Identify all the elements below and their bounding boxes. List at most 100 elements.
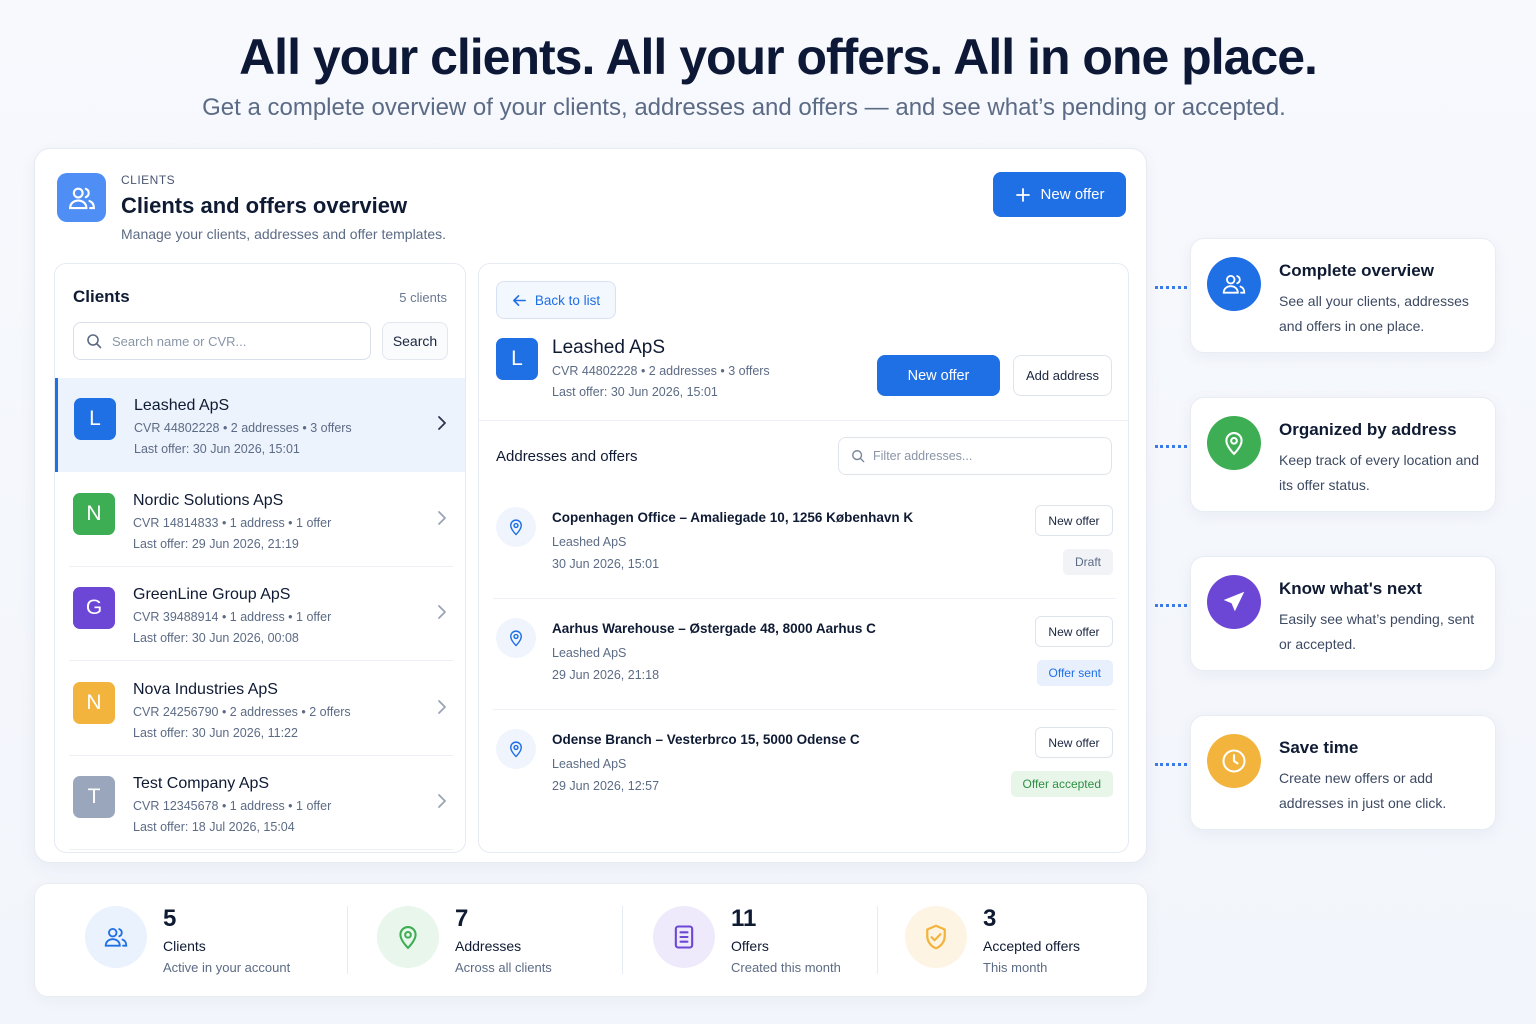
send-icon bbox=[1207, 575, 1261, 629]
feature-description: Create new offers or add addresses in ju… bbox=[1279, 770, 1447, 811]
client-avatar: G bbox=[73, 587, 115, 629]
client-name: Leashed ApS bbox=[552, 337, 666, 358]
feature-title: Organized by address bbox=[1279, 420, 1457, 439]
stat-number: 3 bbox=[983, 905, 997, 932]
users-icon bbox=[85, 906, 147, 968]
map-pin-icon bbox=[496, 729, 536, 769]
client-avatar: N bbox=[73, 681, 115, 724]
address-title: Odense Branch – Vesterbrco 15, 5000 Oden… bbox=[552, 732, 860, 747]
section-eyebrow: CLIENTS bbox=[121, 173, 176, 187]
address-client: Leashed ApS bbox=[552, 757, 627, 771]
add-address-button[interactable]: Add address bbox=[1013, 355, 1112, 396]
client-name: GreenLine Group ApS bbox=[133, 586, 291, 603]
feature-title: Complete overview bbox=[1279, 261, 1434, 280]
feature-card: Save time Create new offers or add addre… bbox=[1190, 715, 1496, 830]
divider bbox=[479, 420, 1128, 421]
search-input[interactable] bbox=[112, 333, 352, 349]
chevron-right-icon bbox=[438, 605, 446, 619]
address-new-offer-button[interactable]: New offer bbox=[1035, 616, 1113, 647]
stat-number: 11 bbox=[731, 905, 757, 932]
divider bbox=[69, 849, 453, 850]
new-offer-label: New offer bbox=[1040, 186, 1105, 203]
search-button[interactable]: Search bbox=[382, 322, 448, 360]
client-avatar: L bbox=[496, 338, 538, 380]
client-list-item[interactable]: G GreenLine Group ApS CVR 39488914 • 1 a… bbox=[55, 567, 465, 661]
client-meta: CVR 14814833 • 1 address • 1 offer bbox=[133, 515, 332, 530]
clients-panel: Clients 5 clients Search L Leashed ApS C… bbox=[54, 263, 466, 853]
client-list-item[interactable]: T Test Company ApS CVR 12345678 • 1 addr… bbox=[55, 756, 465, 850]
client-name: Leashed ApS bbox=[134, 397, 230, 414]
feature-title: Know what's next bbox=[1279, 579, 1422, 598]
users-icon bbox=[57, 173, 106, 222]
stat-label: Offers bbox=[731, 938, 769, 954]
stat-label: Addresses bbox=[455, 938, 522, 954]
filter-box bbox=[838, 437, 1112, 475]
map-pin-icon bbox=[377, 906, 439, 968]
map-pin-icon bbox=[496, 618, 536, 658]
users-icon bbox=[1207, 257, 1261, 311]
map-pin-icon bbox=[496, 507, 536, 547]
client-list-item[interactable]: N Nordic Solutions ApS CVR 14814833 • 1 … bbox=[55, 473, 465, 567]
clients-count: 5 clients bbox=[399, 290, 447, 305]
badge-check-icon bbox=[905, 906, 967, 968]
page-description: Manage your clients, addresses and offer… bbox=[121, 226, 447, 242]
chevron-right-icon bbox=[438, 699, 446, 714]
address-list-item: Copenhagen Office – Amaliegade 10, 1256 … bbox=[479, 488, 1128, 599]
address-client: Leashed ApS bbox=[552, 646, 627, 660]
arrow-left-icon bbox=[512, 294, 526, 306]
divider bbox=[347, 906, 348, 974]
client-avatar: N bbox=[73, 492, 115, 535]
client-last-offer: Last offer: 18 Jul 2026, 15:04 bbox=[133, 820, 295, 834]
client-meta: CVR 39488914 • 1 address • 1 offer bbox=[133, 610, 332, 624]
client-meta: CVR 12345678 • 1 address • 1 offer bbox=[133, 799, 332, 813]
feature-description: See all your clients, addresses and offe… bbox=[1279, 293, 1469, 334]
divider bbox=[877, 906, 878, 974]
feature-description: Keep track of every location and its off… bbox=[1279, 452, 1480, 493]
back-to-list-label: Back to list bbox=[534, 292, 601, 308]
stat-subtitle: This month bbox=[983, 960, 1048, 975]
client-last-offer: Last offer: 29 Jun 2026, 21:19 bbox=[133, 536, 299, 551]
chevron-right-icon bbox=[438, 794, 446, 808]
client-list-item[interactable]: N Nova Industries ApS CVR 24256790 • 2 a… bbox=[55, 662, 465, 756]
clock-icon bbox=[1207, 734, 1261, 788]
address-date: 29 Jun 2026, 12:57 bbox=[552, 779, 660, 793]
connector-dots bbox=[1155, 445, 1187, 448]
client-avatar: T bbox=[73, 776, 115, 818]
main-card: CLIENTS Clients and offers overview Mana… bbox=[34, 148, 1147, 863]
stat-subtitle: Across all clients bbox=[455, 960, 552, 975]
feature-title: Save time bbox=[1279, 738, 1359, 757]
clients-panel-title: Clients bbox=[73, 287, 130, 306]
stat-number: 7 bbox=[455, 905, 469, 932]
stat-subtitle: Active in your account bbox=[163, 960, 291, 975]
address-list-item: Aarhus Warehouse – Østergade 48, 8000 Aa… bbox=[479, 599, 1128, 710]
back-to-list-button[interactable]: Back to list bbox=[496, 281, 616, 319]
address-new-offer-button[interactable]: New offer bbox=[1035, 727, 1113, 758]
client-last-offer: Last offer: 30 Jun 2026, 00:08 bbox=[133, 631, 299, 645]
client-new-offer-button[interactable]: New offer bbox=[877, 355, 1000, 396]
client-last-offer: Last offer: 30 Jun 2026, 15:01 bbox=[134, 442, 300, 456]
status-badge: Offer accepted bbox=[1010, 771, 1113, 797]
filter-addresses-input[interactable] bbox=[873, 449, 1103, 463]
client-name: Test Company ApS bbox=[133, 775, 270, 792]
client-meta: CVR 44802228 • 2 addresses • 3 offers bbox=[552, 364, 770, 378]
hero-subtitle: Get a complete overview of your clients,… bbox=[202, 94, 1286, 121]
client-meta: CVR 44802228 • 2 addresses • 3 offers bbox=[134, 421, 352, 435]
client-name: Nordic Solutions ApS bbox=[133, 491, 284, 509]
address-date: 30 Jun 2026, 15:01 bbox=[552, 557, 660, 571]
client-name: Nova Industries ApS bbox=[133, 680, 278, 698]
client-meta: CVR 24256790 • 2 addresses • 2 offers bbox=[133, 704, 351, 719]
address-title: Aarhus Warehouse – Østergade 48, 8000 Aa… bbox=[552, 621, 876, 636]
address-list-item: Odense Branch – Vesterbrco 15, 5000 Oden… bbox=[479, 710, 1128, 821]
map-pin-icon bbox=[1207, 416, 1261, 470]
feature-description: Easily see what’s pending, sent or accep… bbox=[1279, 611, 1475, 652]
chevron-right-icon bbox=[438, 416, 446, 430]
client-list-item[interactable]: L Leashed ApS CVR 44802228 • 2 addresses… bbox=[55, 378, 465, 472]
connector-dots bbox=[1155, 763, 1187, 766]
client-last-offer: Last offer: 30 Jun 2026, 11:22 bbox=[133, 725, 298, 740]
address-new-offer-button[interactable]: New offer bbox=[1035, 505, 1113, 536]
document-icon bbox=[653, 906, 715, 968]
stat-subtitle: Created this month bbox=[731, 960, 841, 975]
hero-title: All your clients. All your offers. All i… bbox=[239, 29, 1318, 85]
new-offer-button[interactable]: New offer bbox=[993, 172, 1126, 217]
divider bbox=[622, 906, 623, 974]
